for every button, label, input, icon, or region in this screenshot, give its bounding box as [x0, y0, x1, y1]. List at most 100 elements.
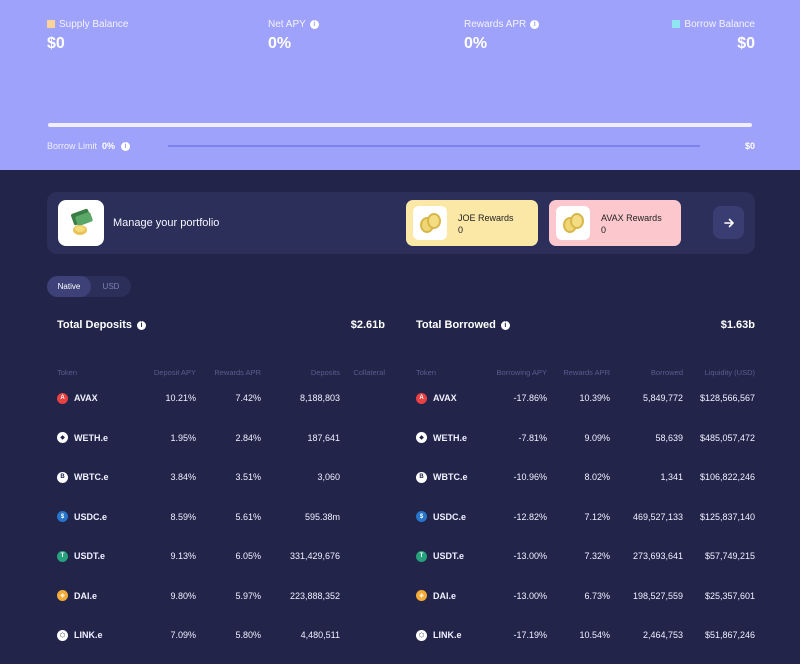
- table-row[interactable]: A AVAX -17.86% 10.39% 5,849,772 $128,566,567: [416, 390, 755, 406]
- deposit-column-header: Rewards APR: [214, 368, 261, 377]
- borrow-apr-cell: 6.73%: [584, 590, 610, 601]
- table-row[interactable]: ⬡ LINK.e 7.09% 5.80% 4,480,511: [57, 627, 385, 643]
- info-icon[interactable]: i: [500, 320, 510, 330]
- table-row[interactable]: B WBTC.e -10.96% 8.02% 1,341 $106,822,246: [416, 469, 755, 485]
- borrow-liquidity-cell: $106,822,246: [699, 472, 755, 482]
- supply-balance-value: $0: [47, 35, 65, 52]
- borrow-apr-cell: 7.32%: [584, 551, 610, 561]
- token-cell: ◈ DAI.e: [416, 590, 456, 601]
- toggle-usd[interactable]: USD: [91, 276, 131, 297]
- tether-icon: T: [416, 550, 427, 562]
- borrow-apy-cell: -13.00%: [513, 590, 547, 601]
- deposit-apr-cell: 2.84%: [235, 432, 261, 443]
- token-name: LINK.e: [74, 630, 103, 640]
- table-row[interactable]: ⬡ LINK.e -17.19% 10.54% 2,464,753 $51,867,246: [416, 627, 755, 643]
- table-row[interactable]: $ USDC.e 8.59% 5.61% 595.38m: [57, 509, 385, 525]
- avax-rewards-card[interactable]: AVAX Rewards 0: [549, 200, 681, 246]
- supply-legend-swatch: [47, 20, 55, 28]
- info-icon[interactable]: i: [136, 320, 146, 330]
- usdc-icon: $: [57, 511, 68, 522]
- deposit-amount-cell: 4,480,511: [300, 630, 340, 640]
- info-icon[interactable]: i: [309, 19, 319, 29]
- ethereum-icon: ◆: [57, 432, 68, 443]
- borrow-apr-cell: 7.12%: [584, 511, 610, 522]
- borrowed-total: $1.63b: [720, 319, 755, 331]
- table-row[interactable]: ◆ WETH.e -7.81% 9.09% 58,639 $485,057,472: [416, 430, 755, 446]
- token-cell: B WBTC.e: [57, 471, 109, 483]
- coins-icon: [413, 206, 447, 240]
- token-cell: ◈ DAI.e: [57, 590, 97, 601]
- token-cell: T USDT.e: [416, 550, 465, 562]
- token-cell: ◆ WETH.e: [416, 432, 467, 443]
- borrow-balance-label: Borrow Balance: [684, 18, 755, 30]
- portfolio-card: Manage your portfolio JOE Rewards 0 AVAX…: [47, 192, 755, 254]
- deposit-apr-cell: 5.61%: [235, 511, 261, 522]
- deposit-apy-cell: 9.80%: [170, 590, 196, 601]
- borrow-liquidity-cell: $51,867,246: [704, 630, 755, 640]
- deposit-apr-cell: 6.05%: [235, 551, 261, 561]
- token-cell: T USDT.e: [57, 550, 106, 562]
- token-name: USDT.e: [433, 551, 465, 561]
- table-row[interactable]: ◆ WETH.e 1.95% 2.84% 187,641: [57, 430, 385, 446]
- token-name: WETH.e: [433, 432, 468, 443]
- arrow-right-icon: [723, 218, 734, 227]
- balance-progress-bar: [48, 123, 752, 127]
- borrow-apy-cell: -7.81%: [518, 432, 547, 443]
- borrow-limit-percent: 0%: [102, 141, 116, 151]
- token-name: USDC.e: [74, 511, 108, 522]
- table-row[interactable]: $ USDC.e -12.82% 7.12% 469,527,133 $125,837,1…: [416, 509, 755, 525]
- borrow-apy-cell: -13.00%: [513, 551, 547, 561]
- net-apy: Net APY i 0%: [268, 18, 319, 53]
- portfolio-arrow-button[interactable]: [713, 206, 744, 239]
- deposit-apr-cell: 5.97%: [235, 590, 261, 601]
- account-summary: Supply Balance $0 Net APY i 0% Rewards AP…: [0, 0, 800, 170]
- borrow-limit: Borrow Limit 0% i $0: [47, 139, 755, 153]
- token-name: WBTC.e: [433, 472, 468, 482]
- deposit-apy-cell: 10.21%: [165, 393, 196, 403]
- bitcoin-icon: B: [57, 471, 68, 483]
- toggle-native[interactable]: Native: [47, 276, 91, 297]
- deposit-apr-cell: 5.80%: [235, 630, 261, 640]
- info-icon[interactable]: i: [530, 19, 540, 29]
- supply-balance: Supply Balance $0: [47, 18, 129, 53]
- avax-rewards-title: AVAX Rewards: [601, 213, 662, 223]
- table-row[interactable]: T USDT.e -13.00% 7.32% 273,693,641 $57,749,21…: [416, 548, 755, 564]
- deposit-column-header: Deposit APY: [153, 368, 196, 377]
- token-name: AVAX: [433, 393, 457, 403]
- borrow-legend-swatch: [672, 20, 681, 28]
- borrow-liquidity-cell: $25,357,601: [704, 590, 755, 601]
- token-name: DAI.e: [74, 590, 98, 601]
- token-name: USDT.e: [74, 551, 106, 561]
- borrow-liquidity-cell: $57,749,215: [704, 551, 755, 561]
- deposit-amount-cell: 595.38m: [304, 511, 340, 522]
- chainlink-icon: ⬡: [57, 629, 68, 641]
- borrow-amount-cell: 273,693,641: [632, 551, 683, 561]
- info-icon[interactable]: i: [121, 141, 131, 151]
- table-row[interactable]: B WBTC.e 3.84% 3.51% 3,060: [57, 469, 385, 485]
- borrow-limit-bar: [168, 145, 701, 147]
- tether-icon: T: [57, 550, 68, 562]
- borrow-apr-cell: 9.09%: [584, 432, 610, 443]
- table-row[interactable]: ◈ DAI.e -13.00% 6.73% 198,527,559 $25,357,601: [416, 588, 755, 604]
- chainlink-icon: ⬡: [416, 629, 427, 641]
- borrow-column-header: Rewards APR: [563, 368, 610, 377]
- joe-rewards-value: 0: [458, 225, 464, 235]
- borrow-balance-value: $0: [737, 35, 755, 52]
- table-row[interactable]: A AVAX 10.21% 7.42% 8,188,803: [57, 390, 385, 406]
- currency-toggle: Native USD: [47, 276, 131, 297]
- deposit-column-header: Token: [57, 368, 78, 377]
- borrow-column-header: Borrowing APY: [496, 368, 547, 377]
- table-row[interactable]: T USDT.e 9.13% 6.05% 331,429,676: [57, 548, 385, 564]
- table-row[interactable]: ◈ DAI.e 9.80% 5.97% 223,888,352: [57, 588, 385, 604]
- deposits-table: Total Deposits i $2.61b Token Deposit APY…: [57, 318, 385, 658]
- dai-icon: ◈: [416, 590, 427, 601]
- token-cell: ⬡ LINK.e: [57, 629, 103, 641]
- token-name: WETH.e: [74, 432, 109, 443]
- borrow-amount-cell: 1,341: [660, 472, 683, 482]
- deposit-amount-cell: 187,641: [307, 432, 340, 443]
- borrow-amount-cell: 5,849,772: [642, 393, 683, 403]
- joe-rewards-card[interactable]: JOE Rewards 0: [406, 200, 538, 246]
- portfolio-title: Manage your portfolio: [113, 217, 220, 229]
- portfolio-icon: [58, 200, 104, 246]
- deposit-apy-cell: 8.59%: [170, 511, 196, 522]
